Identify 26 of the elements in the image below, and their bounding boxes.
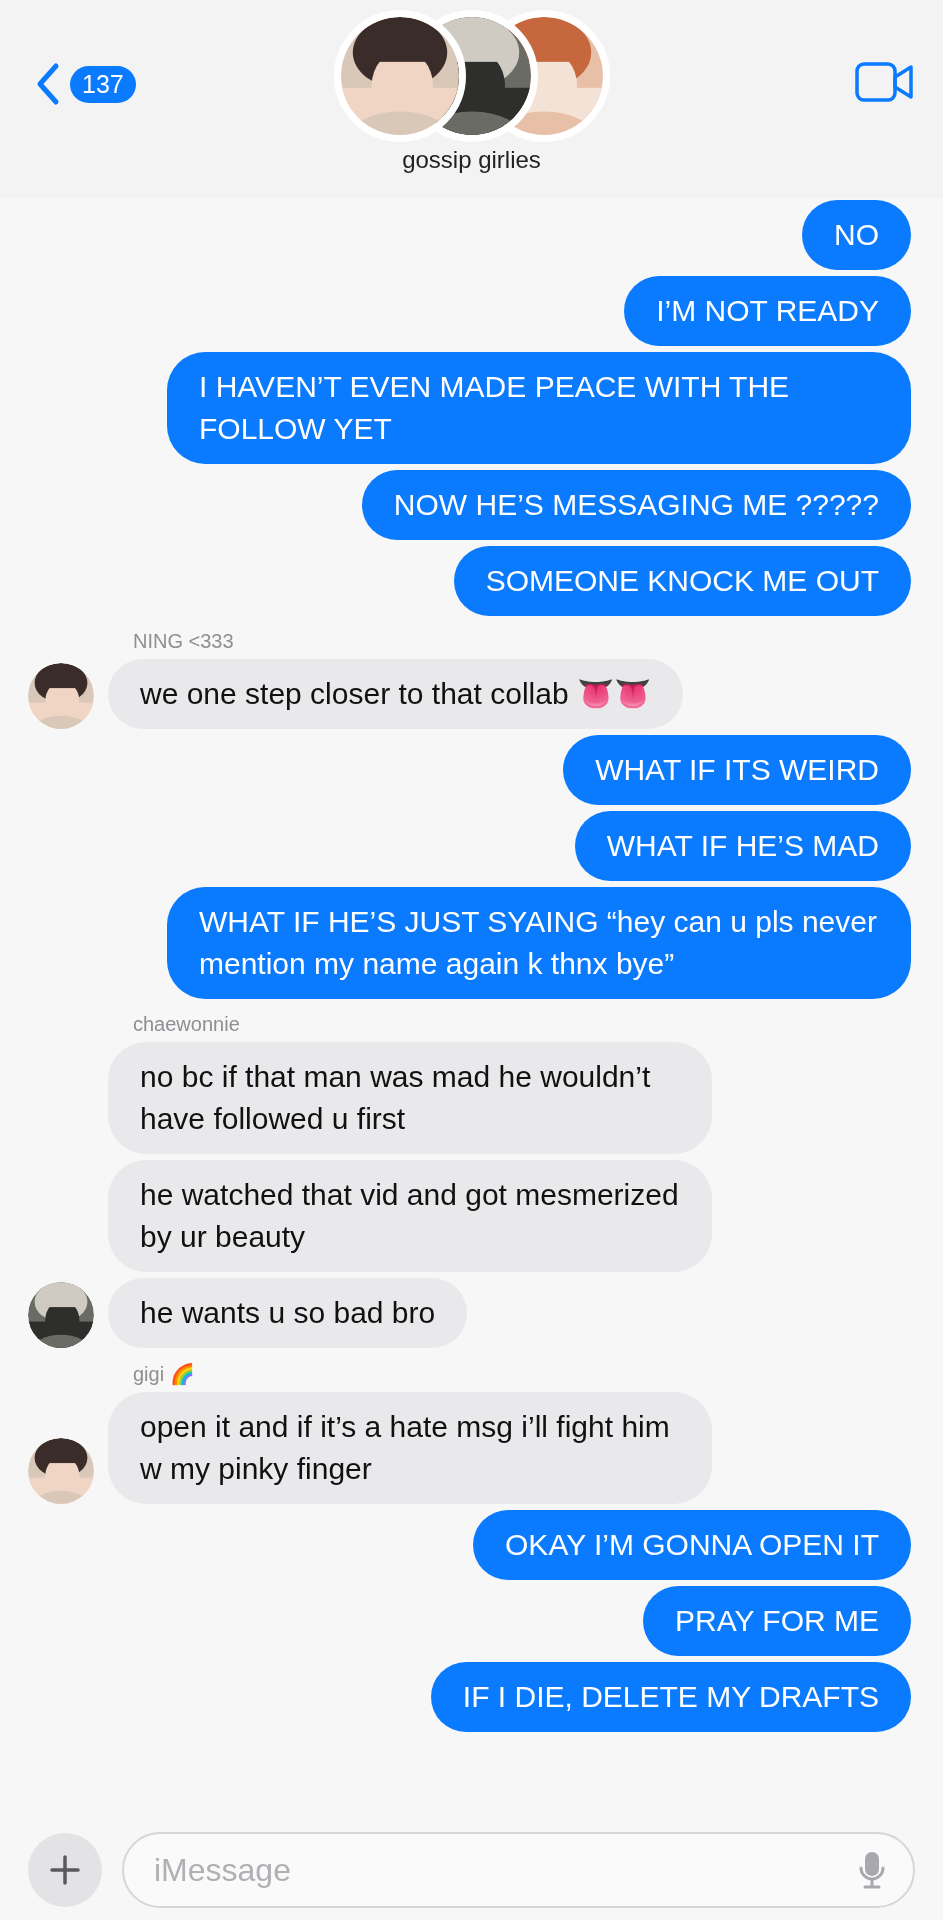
- back-icon[interactable]: [36, 62, 60, 106]
- sent-message-bubble: SOMEONE KNOCK ME OUT: [453, 546, 911, 616]
- sender-name: gigi 🌈: [133, 1362, 195, 1386]
- sent-message-bubble: NO: [802, 200, 911, 270]
- sent-message-bubble: I HAVEN’T EVEN MADE PEACE WITH THE FOLLOW YET: [167, 352, 911, 464]
- sender-name: chaewonnie: [133, 1013, 240, 1036]
- sender-name: NING <333: [133, 630, 234, 653]
- received-message-bubble: we one step closer to that collab 👅👅: [108, 659, 683, 729]
- group-name[interactable]: gossip girlies: [402, 146, 541, 174]
- plus-icon: [50, 1855, 80, 1885]
- sent-message-bubble: NOW HE’S MESSAGING ME ?????: [361, 470, 911, 540]
- received-message-bubble: open it and if it’s a hate msg i’ll fight him w my pinky finger: [108, 1392, 712, 1504]
- sent-message-bubble: PRAY FOR ME: [643, 1586, 911, 1656]
- sent-message-bubble: OKAY I’M GONNA OPEN IT: [473, 1510, 911, 1580]
- received-message-bubble: no bc if that man was mad he wouldn’t have followed u first: [108, 1042, 712, 1154]
- video-camera-icon[interactable]: [855, 62, 915, 102]
- sent-message-bubble: WHAT IF ITS WEIRD: [563, 735, 911, 805]
- sent-message-bubble: WHAT IF HE’S JUST SYAING “hey can u pls never mention my name again k thnx bye”: [167, 887, 911, 999]
- received-message-bubble: he wants u so bad bro: [108, 1278, 468, 1348]
- received-message-bubble: he watched that vid and got mesmerized by ur beauty: [108, 1160, 712, 1272]
- unread-count-badge[interactable]: 137: [70, 65, 136, 103]
- message-input-field[interactable]: iMessage: [122, 1832, 915, 1908]
- sent-message-bubble: I’M NOT READY: [624, 276, 911, 346]
- sent-message-bubble: IF I DIE, DELETE MY DRAFTS: [430, 1662, 911, 1732]
- microphone-icon[interactable]: [859, 1850, 885, 1890]
- sent-message-bubble: WHAT IF HE’S MAD: [574, 811, 911, 881]
